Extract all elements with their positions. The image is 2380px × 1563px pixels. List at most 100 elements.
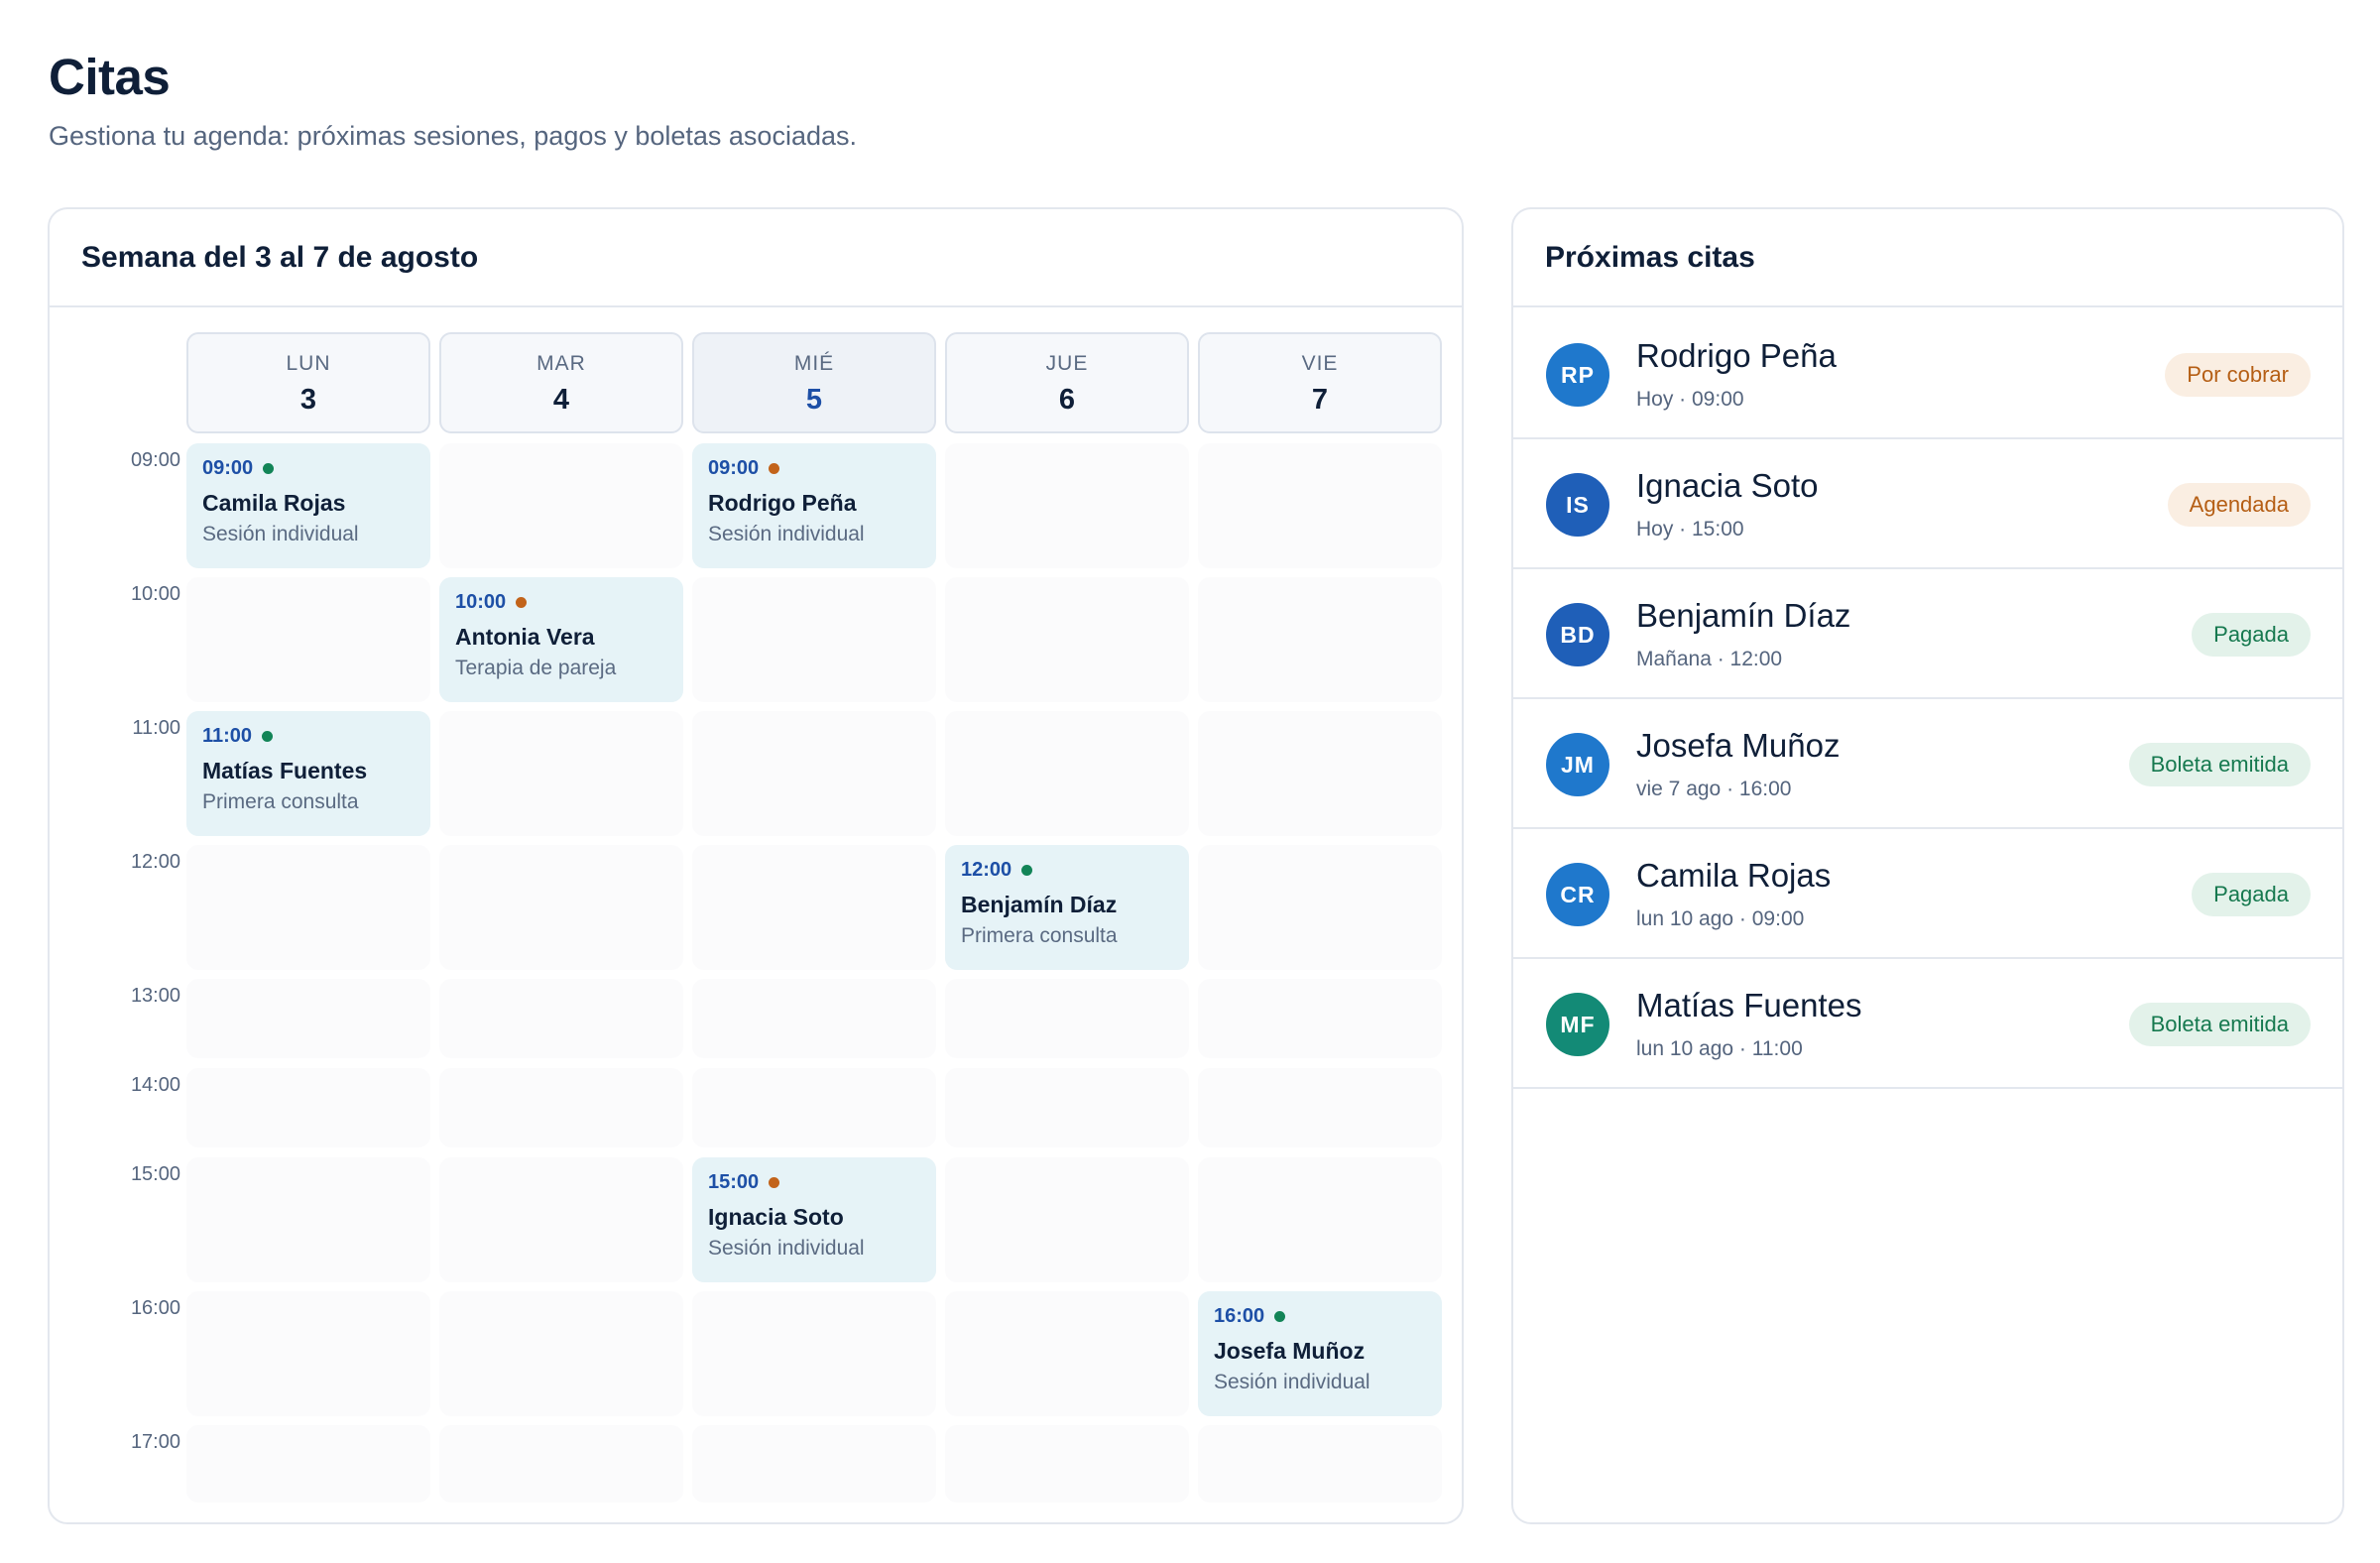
time-slot[interactable] — [692, 711, 936, 836]
time-slot[interactable] — [945, 1291, 1189, 1416]
event-session-type: Sesión individual — [1214, 1371, 1370, 1393]
event-time-row: 09:00 — [202, 457, 415, 480]
appointment-event[interactable]: 16:00 Josefa Muñoz Sesión individual — [1198, 1291, 1442, 1416]
event-session-type: Sesión individual — [708, 523, 865, 545]
appointment-event[interactable]: 09:00 Camila Rojas Sesión individual — [186, 443, 430, 568]
time-slot[interactable] — [1198, 711, 1442, 836]
time-slot[interactable] — [945, 1425, 1189, 1503]
time-slot[interactable] — [1198, 845, 1442, 970]
time-slot[interactable] — [692, 1068, 936, 1147]
time-slot[interactable] — [186, 577, 430, 702]
time-slot[interactable] — [439, 711, 683, 836]
status-dot-icon — [769, 463, 780, 474]
time-slot[interactable] — [1198, 979, 1442, 1058]
day-number: 4 — [552, 384, 570, 416]
status-badge: Boleta emitida — [2128, 1003, 2311, 1046]
status-dot-icon — [769, 1177, 780, 1188]
event-patient-name: Benjamín Díaz — [961, 892, 1118, 917]
appointment-event[interactable]: 11:00 Matías Fuentes Primera consulta — [186, 711, 430, 836]
time-slot[interactable] — [186, 979, 430, 1058]
upcoming-item[interactable]: IS Ignacia Soto Hoy · 15:00 Agendada — [1513, 439, 2342, 569]
upcoming-item[interactable]: CR Camila Rojas lun 10 ago · 09:00 Pagada — [1513, 829, 2342, 959]
day-name: MIÉ — [793, 352, 835, 375]
event-patient-name: Camila Rojas — [202, 490, 346, 516]
status-badge: Pagada — [2192, 873, 2311, 916]
event-patient-name: Antonia Vera — [455, 624, 595, 650]
time-slot[interactable] — [439, 443, 683, 568]
time-slot[interactable] — [439, 1068, 683, 1147]
time-slot[interactable] — [186, 1068, 430, 1147]
upcoming-item[interactable]: BD Benjamín Díaz Mañana · 12:00 Pagada — [1513, 569, 2342, 699]
status-badge: Agendada — [2167, 483, 2311, 527]
status-dot-icon — [1274, 1311, 1286, 1322]
upcoming-item[interactable]: JM Josefa Muñoz vie 7 ago · 16:00 Boleta em… — [1513, 699, 2342, 829]
day-header[interactable]: MIÉ 5 — [692, 332, 936, 433]
event-patient-name: Rodrigo Peña — [708, 490, 857, 516]
time-label: 15:00 — [130, 1163, 180, 1185]
time-slot[interactable] — [439, 1157, 683, 1282]
day-number: 3 — [299, 384, 317, 416]
page-title: Citas — [49, 49, 171, 105]
event-session-type: Terapia de pareja — [455, 657, 617, 679]
time-slot[interactable] — [692, 979, 936, 1058]
time-slot[interactable] — [186, 1425, 430, 1503]
day-number: 5 — [805, 384, 823, 416]
event-time: 11:00 — [202, 725, 253, 747]
time-slot[interactable] — [1198, 577, 1442, 702]
time-slot[interactable] — [1198, 1157, 1442, 1282]
upcoming-patient-name: Ignacia Soto — [1636, 467, 1819, 504]
status-dot-icon — [263, 463, 275, 474]
upcoming-title: Próximas citas — [1513, 209, 2342, 307]
appointment-event[interactable]: 10:00 Antonia Vera Terapia de pareja — [439, 577, 683, 702]
avatar: BD — [1546, 603, 1609, 666]
time-slot[interactable] — [439, 1425, 683, 1503]
upcoming-patient-name: Benjamín Díaz — [1636, 597, 1851, 634]
event-patient-name: Matías Fuentes — [202, 758, 368, 783]
time-slot[interactable] — [945, 1068, 1189, 1147]
upcoming-patient-name: Camila Rojas — [1636, 857, 1832, 894]
appointment-event[interactable]: 15:00 Ignacia Soto Sesión individual — [692, 1157, 936, 1282]
status-dot-icon — [262, 731, 274, 742]
time-slot[interactable] — [1198, 1425, 1442, 1503]
upcoming-datetime: Hoy · 15:00 — [1636, 518, 1744, 541]
day-name: MAR — [536, 352, 586, 375]
time-slot[interactable] — [186, 845, 430, 970]
upcoming-item[interactable]: RP Rodrigo Peña Hoy · 09:00 Por cobrar — [1513, 309, 2342, 439]
time-slot[interactable] — [692, 1425, 936, 1503]
time-slot[interactable] — [692, 845, 936, 970]
time-slot[interactable] — [945, 979, 1189, 1058]
time-slot[interactable] — [439, 1291, 683, 1416]
upcoming-appointments-card: Próximas citas RP Rodrigo Peña Hoy · 09:00… — [1511, 207, 2344, 1524]
day-header[interactable]: LUN 3 — [186, 332, 430, 433]
time-slot[interactable] — [945, 711, 1189, 836]
time-slot[interactable] — [945, 1157, 1189, 1282]
event-time-row: 10:00 — [455, 591, 667, 614]
day-header[interactable]: MAR 4 — [439, 332, 683, 433]
event-session-type: Sesión individual — [708, 1237, 865, 1260]
upcoming-item[interactable]: MF Matías Fuentes lun 10 ago · 11:00 Boleta… — [1513, 959, 2342, 1089]
time-slot[interactable] — [439, 845, 683, 970]
time-label: 14:00 — [130, 1074, 180, 1096]
status-dot-icon — [516, 597, 528, 608]
day-header[interactable]: JUE 6 — [945, 332, 1189, 433]
event-time: 16:00 — [1214, 1305, 1265, 1327]
upcoming-datetime: Hoy · 09:00 — [1636, 388, 1744, 411]
time-slot[interactable] — [186, 1291, 430, 1416]
time-slot[interactable] — [1198, 443, 1442, 568]
appointment-event[interactable]: 12:00 Benjamín Díaz Primera consulta — [945, 845, 1189, 970]
time-slot[interactable] — [945, 443, 1189, 568]
time-slot[interactable] — [692, 577, 936, 702]
appointment-event[interactable]: 09:00 Rodrigo Peña Sesión individual — [692, 443, 936, 568]
time-slot[interactable] — [945, 577, 1189, 702]
time-label: 10:00 — [130, 583, 180, 605]
time-slot[interactable] — [439, 979, 683, 1058]
time-slot[interactable] — [692, 1291, 936, 1416]
time-slot[interactable] — [1198, 1068, 1442, 1147]
event-patient-name: Josefa Muñoz — [1214, 1338, 1366, 1364]
day-name: VIE — [1301, 352, 1339, 375]
event-time: 10:00 — [455, 591, 507, 613]
upcoming-patient-name: Josefa Muñoz — [1636, 727, 1841, 764]
day-header[interactable]: VIE 7 — [1198, 332, 1442, 433]
day-name: LUN — [286, 352, 331, 375]
time-slot[interactable] — [186, 1157, 430, 1282]
